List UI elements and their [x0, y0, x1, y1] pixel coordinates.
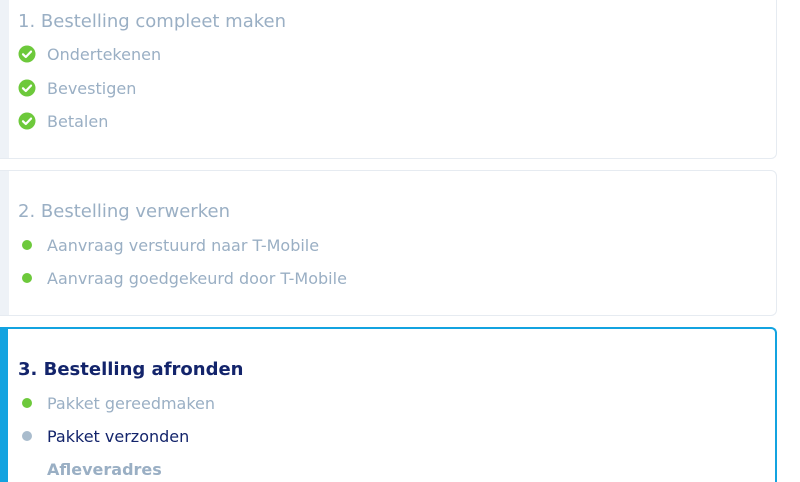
step-pakket-gereedmaken: Pakket gereedmaken: [18, 392, 215, 414]
step-aanvraag-goedgekeurd: Aanvraag goedgekeurd door T-Mobile: [18, 267, 347, 289]
grey-dot-icon: [18, 427, 36, 445]
step-bevestigen: Bevestigen: [18, 77, 136, 99]
section-title: 2. Bestelling verwerken: [18, 201, 230, 222]
order-progress-page: 1. Bestelling compleet maken Ondertekene…: [0, 0, 800, 482]
check-circle-icon: [18, 112, 36, 130]
step-label: Bevestigen: [47, 78, 137, 98]
section-process-order-card: 2. Bestelling verwerken Aanvraag verstuu…: [0, 170, 777, 316]
step-label: Pakket verzonden: [47, 426, 190, 446]
step-ondertekenen: Ondertekenen: [18, 43, 161, 65]
section-finish-order-card: 3. Bestelling afronden Pakket gereedmake…: [0, 327, 777, 482]
step-betalen: Betalen: [18, 110, 108, 132]
step-label: Ondertekenen: [47, 44, 162, 64]
section-title: 1. Bestelling compleet maken: [18, 11, 287, 32]
step-pakket-verzonden: Pakket verzonden: [18, 425, 189, 447]
check-circle-icon: [18, 79, 36, 97]
step-label: Betalen: [47, 111, 109, 131]
green-dot-icon: [18, 269, 36, 287]
step-label: Pakket gereedmaken: [47, 393, 216, 413]
step-aanvraag-verstuurd: Aanvraag verstuurd naar T-Mobile: [18, 234, 319, 256]
step-label: Aanvraag goedgekeurd door T-Mobile: [47, 268, 347, 288]
green-dot-icon: [18, 394, 36, 412]
step-afleveradres: Afleveradres: [18, 458, 162, 480]
check-circle-icon: [18, 45, 36, 63]
section-title: 3. Bestelling afronden: [18, 359, 244, 380]
step-label: Aanvraag verstuurd naar T-Mobile: [47, 235, 320, 255]
green-dot-icon: [18, 236, 36, 254]
delivery-address-label: Afleveradres: [47, 459, 162, 479]
section-complete-order-card: 1. Bestelling compleet maken Ondertekene…: [0, 0, 777, 159]
